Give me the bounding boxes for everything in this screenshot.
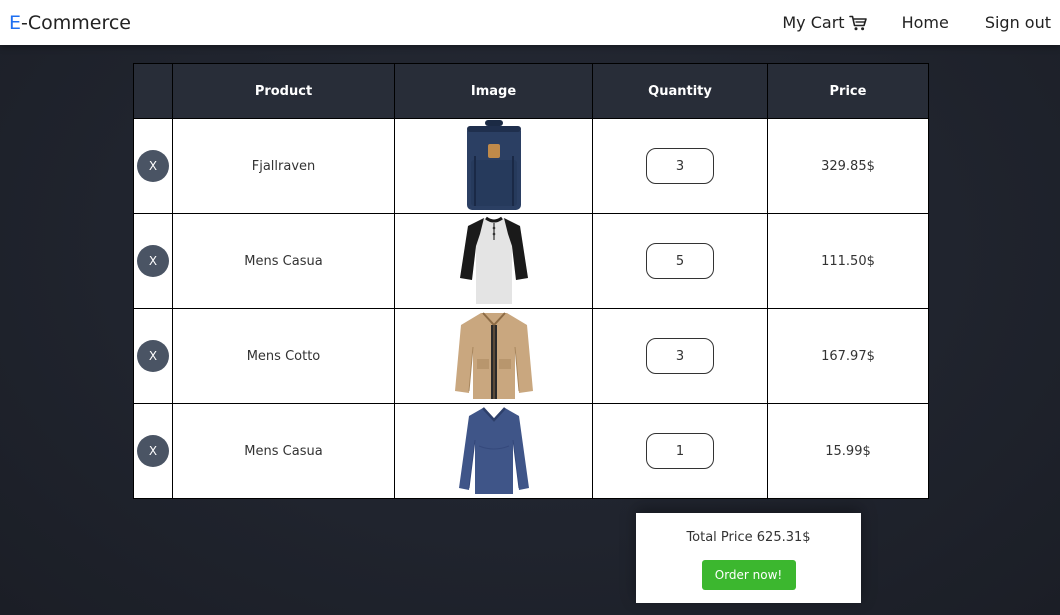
header-product: Product [172, 63, 395, 119]
image-cell [394, 213, 593, 309]
header-image: Image [394, 63, 593, 119]
quantity-cell [592, 118, 768, 214]
table-row: X Mens Casua 111.50$ [133, 213, 929, 309]
jacket-image [454, 312, 533, 399]
header-remove [133, 63, 173, 119]
brand-name: -Commerce [21, 12, 131, 34]
table-row: X Fjallraven 329.85$ [133, 118, 929, 214]
header-quantity: Quantity [592, 63, 768, 119]
table-row: X Mens Casua 15.99$ [133, 403, 929, 499]
my-cart-link[interactable]: My Cart [782, 13, 867, 32]
product-name: Mens Casua [172, 403, 395, 499]
cart-icon [848, 15, 867, 30]
price-value: 111.50$ [767, 213, 929, 309]
remove-item-button[interactable]: X [137, 150, 169, 182]
quantity-cell [592, 308, 768, 404]
price-value: 15.99$ [767, 403, 929, 499]
longsleeve-shirt-image [458, 407, 529, 494]
remove-item-button[interactable]: X [137, 435, 169, 467]
remove-cell: X [133, 213, 173, 309]
remove-item-button[interactable]: X [137, 340, 169, 372]
product-name: Mens Casua [172, 213, 395, 309]
brand-prefix: E [9, 12, 22, 34]
remove-cell: X [133, 403, 173, 499]
product-name: Fjallraven [172, 118, 395, 214]
image-cell [394, 308, 593, 404]
total-price: Total Price 625.31$ [686, 530, 811, 545]
quantity-input[interactable] [646, 243, 714, 279]
quantity-input[interactable] [646, 338, 714, 374]
remove-cell: X [133, 308, 173, 404]
price-value: 329.85$ [767, 118, 929, 214]
raglan-tshirt-image [459, 216, 528, 304]
quantity-cell [592, 213, 768, 309]
quantity-input[interactable] [646, 148, 714, 184]
quantity-cell [592, 403, 768, 499]
order-summary: Total Price 625.31$ Order now! [636, 513, 861, 603]
sign-out-link[interactable]: Sign out [985, 13, 1051, 32]
header-price: Price [767, 63, 929, 119]
quantity-input[interactable] [646, 433, 714, 469]
cart-table: Product Image Quantity Price X Fjallrave… [133, 63, 929, 499]
image-cell [394, 118, 593, 214]
my-cart-label: My Cart [782, 13, 845, 32]
home-link[interactable]: Home [902, 13, 949, 32]
table-row: X Mens Cotto 167.97$ [133, 308, 929, 404]
price-value: 167.97$ [767, 308, 929, 404]
backpack-image [466, 120, 521, 210]
order-now-button[interactable]: Order now! [701, 560, 796, 590]
brand-logo[interactable]: E-Commerce [9, 12, 131, 34]
image-cell [394, 403, 593, 499]
table-header-row: Product Image Quantity Price [133, 63, 929, 119]
remove-cell: X [133, 118, 173, 214]
product-name: Mens Cotto [172, 308, 395, 404]
nav-links: My Cart Home Sign out [782, 13, 1051, 32]
remove-item-button[interactable]: X [137, 245, 169, 277]
navbar: E-Commerce My Cart Home Sign out [0, 0, 1060, 45]
